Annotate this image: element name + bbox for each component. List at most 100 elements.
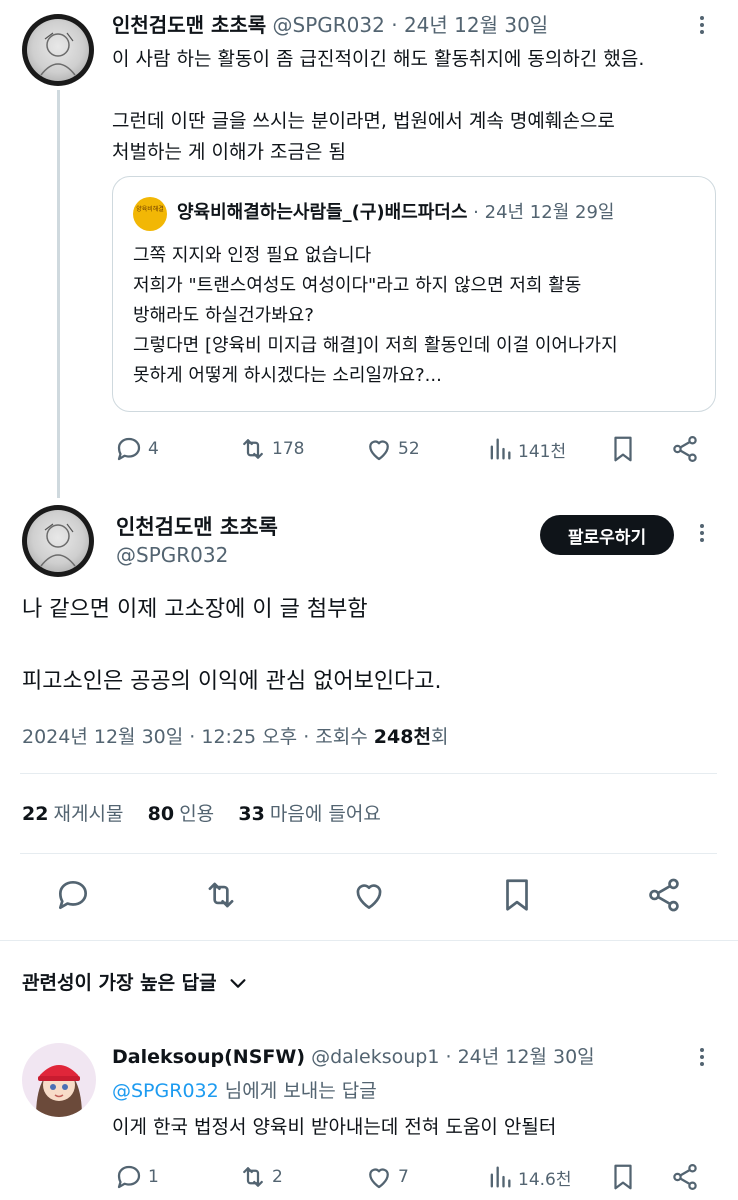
main-reply-button[interactable] <box>54 876 92 914</box>
main-share-button[interactable] <box>645 876 683 914</box>
share-icon <box>649 878 679 912</box>
anime-avatar-icon <box>36 1065 82 1117</box>
chevron-down-icon <box>230 979 246 988</box>
like-icon <box>369 1168 389 1189</box>
reply-views-button[interactable]: 14.6천 <box>486 1162 572 1192</box>
parent-text: 이 사람 하는 활동이 좀 급진적이긴 해도 활동취지에 동의하긴 했음. 그런… <box>112 44 712 168</box>
main-display-name[interactable]: 인천검도맨 초초록 <box>116 512 278 542</box>
reply-retweet-count: 2 <box>272 1167 283 1187</box>
main-like-button[interactable] <box>350 876 388 914</box>
retweet-icon <box>208 882 234 908</box>
retweets-stat[interactable]: 22 재게시물 <box>22 803 124 825</box>
quote-text-line: 못하게 어떻게 하시겠다는 소리일까요?... <box>133 365 442 386</box>
reply-more-icon[interactable] <box>700 1048 704 1066</box>
parent-display-name[interactable]: 인천검도맨 초초록 <box>112 13 266 37</box>
reply-icon <box>58 880 88 910</box>
replying-to: @SPGR032 님에게 보내는 답글 <box>112 1076 377 1106</box>
divider <box>20 853 717 854</box>
reply-share-button[interactable] <box>670 1162 700 1192</box>
reply-header: Daleksoup(NSFW) @daleksoup1 · 24년 12월 30… <box>112 1042 595 1072</box>
quotes-stat[interactable]: 80 인용 <box>147 803 215 825</box>
share-icon <box>673 1164 697 1190</box>
parent-share-button[interactable] <box>670 434 700 464</box>
parent-header: 인천검도맨 초초록 @SPGR032 · 24년 12월 30일 <box>112 10 672 40</box>
main-text-line: 나 같으면 이제 고소장에 이 글 첨부함 <box>22 597 368 622</box>
parent-reply-count: 4 <box>148 439 159 459</box>
main-more-icon[interactable] <box>700 524 704 542</box>
main-handle[interactable]: @SPGR032 <box>116 540 228 570</box>
meta-separator: · <box>303 726 310 748</box>
retweet-icon <box>243 439 263 459</box>
parent-text-line: 그런데 이딴 글을 쓰시는 분이라면, 법원에서 계속 명예훼손으로 <box>112 110 615 132</box>
meta-separator: · <box>189 726 196 748</box>
reply-reply-count: 1 <box>148 1167 159 1187</box>
main-avatar[interactable] <box>22 505 94 577</box>
quotes-label: 인용 <box>179 803 215 825</box>
quotes-num: 80 <box>147 803 175 825</box>
reply-date[interactable]: 24년 12월 30일 <box>458 1046 595 1068</box>
views-label: 조회수 <box>315 726 368 748</box>
likes-num: 33 <box>238 803 265 825</box>
replies-sort-dropdown[interactable]: 관련성이 가장 높은 답글 <box>22 968 249 998</box>
parent-avatar[interactable] <box>22 14 94 86</box>
retweets-label: 재게시물 <box>53 803 124 825</box>
likes-label: 마음에 들어요 <box>269 803 381 825</box>
parent-view-count: 141천 <box>518 441 567 462</box>
main-date[interactable]: 2024년 12월 30일 <box>22 726 183 748</box>
divider <box>0 940 738 941</box>
retweet-icon <box>243 1167 263 1187</box>
reply-bookmark-button[interactable] <box>608 1162 638 1192</box>
likes-stat[interactable]: 33 마음에 들어요 <box>238 803 381 825</box>
reply-like-button[interactable]: 7 <box>364 1162 409 1192</box>
parent-retweet-button[interactable]: 178 <box>238 434 304 464</box>
reply-reply-button[interactable]: 1 <box>114 1162 159 1192</box>
follow-button[interactable]: 팔로우하기 <box>540 515 674 555</box>
parent-more-icon[interactable] <box>700 16 704 34</box>
parent-date[interactable]: 24년 12월 30일 <box>404 13 548 37</box>
main-meta: 2024년 12월 30일 · 12:25 오후 · 조회수 248천회 <box>22 722 448 752</box>
quote-header: 양육비해결하는사람들_(구)배드파더스 · 24년 12월 29일 <box>177 199 614 227</box>
avatar-sketch-icon <box>40 523 76 567</box>
reply-icon <box>117 437 141 461</box>
parent-dot: · <box>391 13 398 37</box>
quote-date[interactable]: 24년 12월 29일 <box>485 202 615 223</box>
views-value: 248천 <box>373 726 431 748</box>
parent-bookmark-button[interactable] <box>608 434 638 464</box>
retweets-num: 22 <box>22 803 49 825</box>
main-bookmark-button[interactable] <box>498 876 536 914</box>
quote-display-name[interactable]: 양육비해결하는사람들_(구)배드파더스 <box>177 202 467 223</box>
parent-like-count: 52 <box>398 439 420 459</box>
reply-dot: · <box>445 1046 452 1068</box>
parent-like-button[interactable]: 52 <box>364 434 420 464</box>
parent-views-button[interactable]: 141천 <box>486 434 566 464</box>
main-time[interactable]: 12:25 오후 <box>201 726 297 748</box>
reply-avatar[interactable] <box>22 1043 96 1117</box>
quote-text: 그쪽 지지와 인정 필요 없습니다 저희가 "트랜스여성도 여성이다"라고 하지… <box>133 241 703 391</box>
main-retweet-button[interactable] <box>202 876 240 914</box>
quote-text-line: 그쪽 지지와 인정 필요 없습니다 <box>133 245 372 266</box>
bookmark-icon <box>614 1164 632 1190</box>
quote-text-line: 방해라도 하실건가봐요? <box>133 305 314 326</box>
views-icon <box>490 1166 511 1188</box>
avatar-sketch-icon <box>40 32 76 76</box>
parent-reply-button[interactable]: 4 <box>114 434 159 464</box>
share-icon <box>673 436 697 462</box>
views-icon <box>490 438 511 460</box>
reply-display-name[interactable]: Daleksoup(NSFW) <box>112 1046 305 1068</box>
avatar-image <box>27 19 89 81</box>
quote-text-line: 그렇다면 [양육비 미지급 해결]이 저희 활동인데 이걸 이어나가지 <box>133 335 618 356</box>
reply-handle[interactable]: @daleksoup1 <box>311 1046 439 1068</box>
quoted-tweet-card[interactable]: 양육비해결 양육비해결하는사람들_(구)배드파더스 · 24년 12월 29일 … <box>112 176 716 412</box>
reply-text: 이게 한국 법정서 양육비 받아내는데 전혀 도움이 안될터 <box>112 1116 557 1138</box>
main-stats: 22 재게시물 80 인용 33 마음에 들어요 <box>22 799 381 830</box>
bookmark-icon <box>614 436 632 462</box>
main-text: 나 같으면 이제 고소장에 이 글 첨부함 피고소인은 공공의 이익에 관심 없… <box>22 592 712 700</box>
views-suffix: 회 <box>430 726 449 748</box>
replying-mention-link[interactable]: @SPGR032 <box>112 1080 219 1102</box>
main-text-line: 피고소인은 공공의 이익에 관심 없어보인다고. <box>22 669 442 694</box>
quote-avatar[interactable]: 양육비해결 <box>133 197 167 231</box>
parent-text-line: 처벌하는 게 이해가 조금은 됨 <box>112 141 346 163</box>
quote-avatar-text: 양육비해결 <box>136 206 164 213</box>
parent-handle[interactable]: @SPGR032 <box>273 13 385 37</box>
reply-retweet-button[interactable]: 2 <box>238 1162 283 1192</box>
